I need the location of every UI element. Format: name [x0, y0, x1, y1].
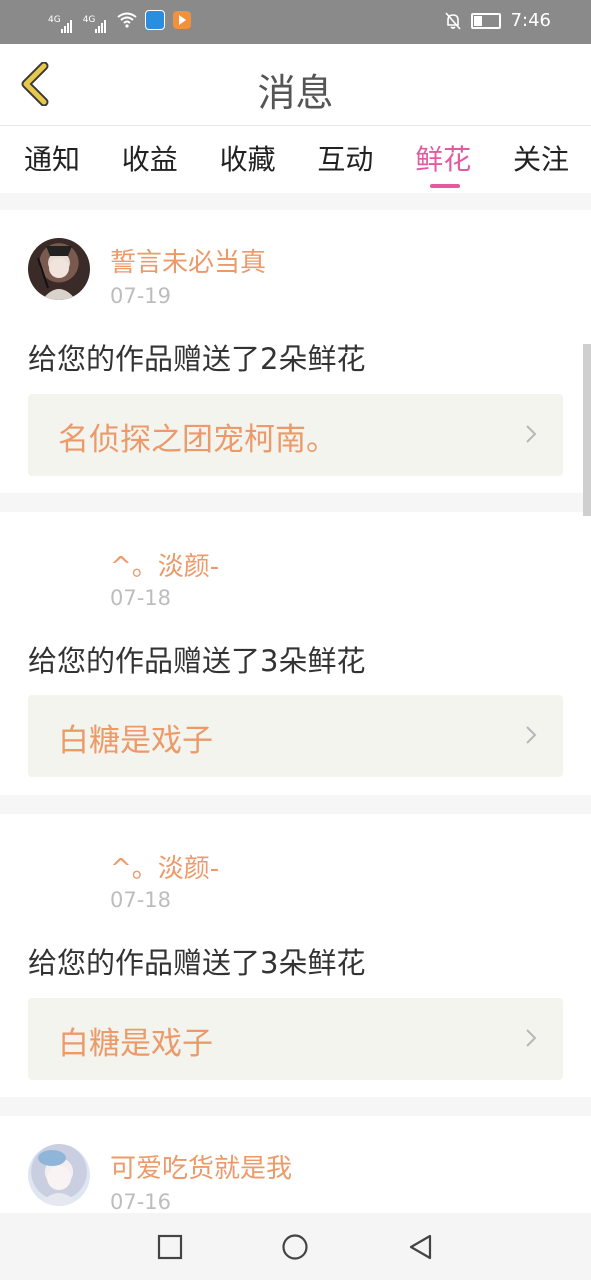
chevron-right-icon	[526, 1029, 537, 1047]
nav-bar: 消息	[0, 44, 591, 126]
bell-muted-icon	[444, 11, 461, 30]
system-nav-bar	[0, 1213, 591, 1280]
sender-name[interactable]: ^。淡颜-	[110, 546, 219, 583]
work-title: 白糖是戏子	[58, 723, 213, 759]
sender-name[interactable]: 誓言未必当真	[110, 242, 266, 279]
work-link[interactable]: 名侦探之团宠柯南。	[28, 394, 563, 476]
tab-bar: 通知 收益 收藏 互动 鲜花 关注	[0, 126, 591, 193]
work-title: 白糖是戏子	[58, 1026, 213, 1062]
message-text: 给您的作品赠送了3朵鲜花	[28, 946, 366, 980]
work-link[interactable]: 白糖是戏子	[28, 998, 563, 1080]
message-date: 07-18	[110, 586, 172, 610]
message-date: 07-16	[110, 1190, 172, 1213]
app-notification-icon	[145, 10, 166, 30]
message-card: 可爱吃货就是我 07-16	[0, 1116, 591, 1213]
tab-favorites[interactable]: 收藏	[220, 126, 276, 193]
message-card: ^。淡颜- 07-18 给您的作品赠送了3朵鲜花 白糖是戏子	[0, 814, 591, 1097]
tab-notifications[interactable]: 通知	[24, 126, 80, 193]
message-card: ^。淡颜- 07-18 给您的作品赠送了3朵鲜花 白糖是戏子	[0, 512, 591, 795]
chevron-right-icon	[526, 726, 537, 744]
scrollbar[interactable]	[583, 344, 591, 516]
status-time: 7:46	[510, 10, 551, 31]
battery-icon	[470, 12, 501, 29]
message-card: 誓言未必当真 07-19 给您的作品赠送了2朵鲜花 名侦探之团宠柯南。	[0, 210, 591, 493]
message-date: 07-19	[110, 284, 172, 308]
signal-icon: 4G	[48, 15, 75, 33]
wifi-icon	[117, 12, 138, 28]
work-link[interactable]: 白糖是戏子	[28, 695, 563, 777]
avatar[interactable]	[28, 1144, 90, 1206]
status-left: 4G 4G	[48, 10, 192, 33]
status-right: 7:46	[444, 10, 551, 31]
message-date: 07-18	[110, 888, 172, 912]
signal-icon-2: 4G	[83, 15, 110, 33]
message-text: 给您的作品赠送了3朵鲜花	[28, 644, 366, 678]
message-text: 给您的作品赠送了2朵鲜花	[28, 342, 366, 376]
back-nav-icon[interactable]	[406, 1233, 434, 1261]
avatar[interactable]	[28, 238, 90, 300]
status-bar: 4G 4G 7:46	[0, 0, 591, 44]
home-icon[interactable]	[281, 1233, 309, 1261]
page-title: 消息	[257, 71, 334, 115]
tab-follows[interactable]: 关注	[513, 126, 569, 193]
recent-apps-icon[interactable]	[156, 1233, 184, 1261]
work-title: 名侦探之团宠柯南。	[58, 422, 337, 458]
chevron-right-icon	[526, 425, 537, 443]
sender-name[interactable]: ^。淡颜-	[110, 848, 219, 885]
play-notification-icon	[173, 11, 192, 29]
tab-earnings[interactable]: 收益	[122, 126, 178, 193]
sender-name[interactable]: 可爱吃货就是我	[110, 1148, 292, 1185]
tab-interactions[interactable]: 互动	[317, 126, 373, 193]
tab-flowers[interactable]: 鲜花	[415, 126, 471, 193]
